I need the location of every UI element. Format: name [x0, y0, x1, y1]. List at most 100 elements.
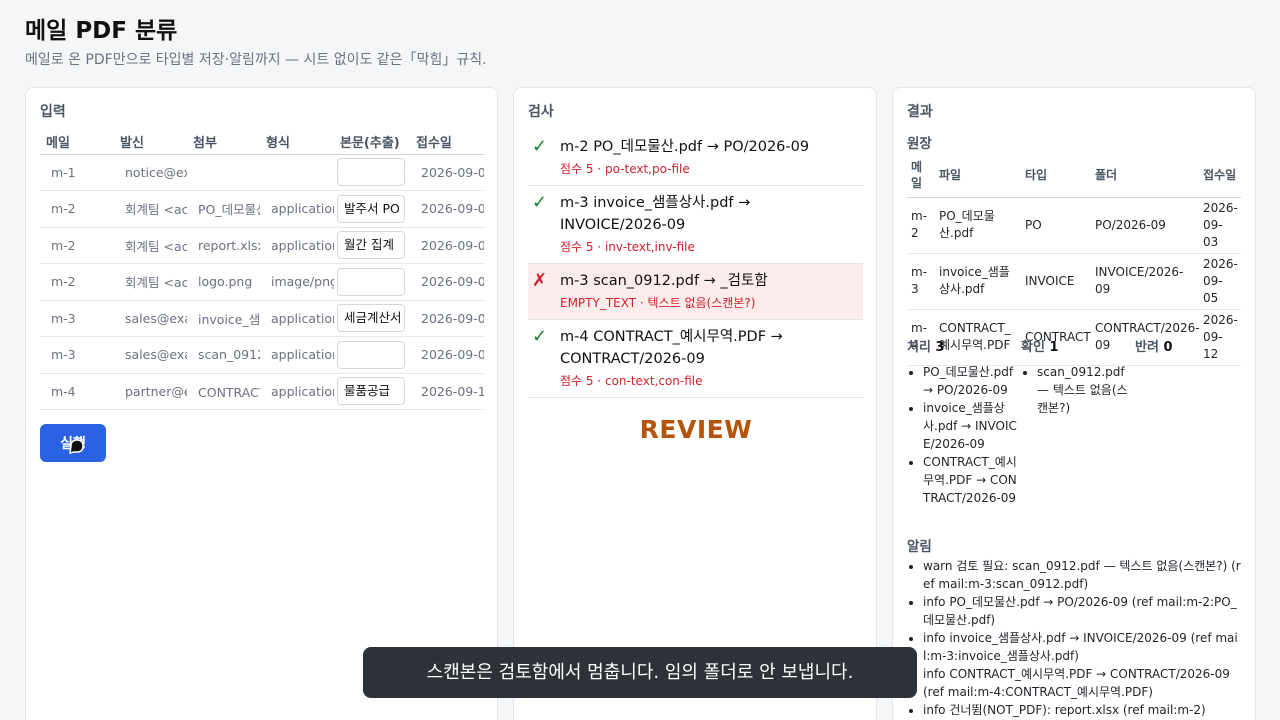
table-row: m-1notice@example.com 2026-09-01: [40, 154, 484, 191]
body-extract-field[interactable]: 세금계산서: [337, 304, 405, 333]
confirm-list: scan_0912.pdf — 텍스트 없음(스캔본?): [1021, 363, 1133, 417]
body-extract-field[interactable]: [337, 267, 405, 296]
ledger-col-folder: 폴더: [1091, 153, 1199, 198]
inspect-item-title: m-3 scan_0912.pdf → _검토함: [560, 273, 768, 289]
inspect-item: ✓ m-2 PO_데모물산.pdf → PO/2026-09 점수 5 · po-t…: [528, 130, 863, 186]
body-extract-field[interactable]: [337, 340, 405, 369]
cell-attach: CONTRACT_예시무역.PDF: [187, 373, 260, 410]
ledger-cell-folder: INVOICE/2026-09: [1091, 253, 1199, 310]
cell-body: [334, 263, 410, 301]
cell-type: [260, 154, 334, 191]
alert-item: info invoice_샘플상사.pdf → INVOICE/2026-09 …: [923, 629, 1243, 665]
alerts-list: warn 검토 필요: scan_0912.pdf — 텍스트 없음(스캔본?)…: [907, 557, 1243, 719]
cell-from: 회계팀 <acct@example.com>: [114, 263, 187, 301]
cell-mail: m-3: [40, 336, 114, 374]
processed-label: 처리: [907, 340, 931, 355]
cell-body: 발주서 PO: [334, 190, 410, 228]
col-date: 접수일: [410, 130, 484, 155]
cell-body: 물품공급: [334, 373, 410, 410]
cell-type: application/pdf: [260, 373, 334, 410]
ledger-cell-date: 2026-09-05: [1199, 253, 1241, 310]
cell-attach: PO_데모물산.pdf: [187, 190, 260, 228]
cell-date: 2026-09-05: [410, 300, 484, 337]
cell-attach: report.xlsx: [187, 227, 260, 264]
cell-date: 2026-09-01: [410, 154, 484, 191]
cell-mail: m-4: [40, 373, 114, 410]
list-item: CONTRACT_예시무역.PDF → CONTRACT/2026-09: [923, 453, 1019, 507]
list-item: PO_데모물산.pdf → PO/2026-09: [923, 363, 1019, 399]
cell-body: [334, 154, 410, 191]
cell-date: 2026-09-03: [410, 227, 484, 264]
ledger-cell-file: invoice_샘플상사.pdf: [935, 253, 1021, 310]
input-panel-title: 입력: [40, 104, 66, 120]
inspect-panel: 검사 ✓ m-2 PO_데모물산.pdf → PO/2026-09 점수 5 · p…: [513, 87, 877, 720]
body-extract-field[interactable]: 물품공급: [337, 377, 405, 406]
ledger-cell-file: PO_데모물산.pdf: [935, 197, 1021, 254]
input-panel: 입력 메일 발신 첨부 형식 본문(추출) 접수일 m-1notice@exam…: [25, 87, 498, 720]
cell-date: 2026-09-12: [410, 373, 484, 410]
alert-item: warn 검토 필요: scan_0912.pdf — 텍스트 없음(스캔본?)…: [923, 557, 1243, 593]
rejected-column: 반려 0: [1135, 339, 1247, 363]
table-row: m-2회계팀 <acct@example.com>report.xlsxappl…: [40, 227, 484, 264]
table-row: m-3sales@example.cominvoice_샘플상사.pdfappl…: [40, 300, 484, 337]
ledger-col-file: 파일: [935, 153, 1021, 198]
page-title: 메일 PDF 분류: [25, 18, 178, 44]
list-item: scan_0912.pdf — 텍스트 없음(스캔본?): [1037, 363, 1133, 417]
ledger-row: m-2 PO_데모물산.pdf PO PO/2026-09 2026-09-03: [907, 197, 1241, 254]
ledger-table: 메일 파일 타입 폴더 접수일 m-2 PO_데모물산.pdf PO PO/2026-…: [907, 153, 1241, 366]
table-row: m-3sales@example.comscan_0912.pdfapplica…: [40, 336, 484, 374]
cell-attach: invoice_샘플상사.pdf: [187, 300, 260, 337]
inspect-item-title: m-3 invoice_샘플상사.pdf → INVOICE/2026-09: [560, 195, 751, 233]
result-panel-title: 결과: [907, 104, 933, 120]
body-extract-field[interactable]: 월간 집계: [337, 231, 405, 260]
table-row: m-4partner@example.comCONTRACT_예시무역.PDFa…: [40, 373, 484, 410]
inspect-item-detail: 점수 5 · inv-text,inv-file: [560, 240, 695, 254]
ledger-row: m-3 invoice_샘플상사.pdf INVOICE INVOICE/2026-0…: [907, 253, 1241, 310]
ledger-col-date: 접수일: [1199, 153, 1241, 198]
cell-attach: [187, 154, 260, 191]
cell-type: application/vnd: [260, 227, 334, 264]
cell-mail: m-2: [40, 227, 114, 264]
cell-body: [334, 336, 410, 374]
check-icon: ✓: [532, 192, 548, 213]
ledger-cell-type: PO: [1021, 197, 1091, 254]
cell-date: 2026-09-03: [410, 190, 484, 228]
cell-attach: logo.png: [187, 263, 260, 301]
alert-item: info 건너뜀(NOT_PDF): report.xlsx (ref mail…: [923, 701, 1243, 719]
col-from: 발신: [114, 130, 187, 155]
body-extract-field[interactable]: 발주서 PO: [337, 194, 405, 223]
cell-from: sales@example.com: [114, 300, 187, 337]
cell-from: 회계팀 <acct@example.com>: [114, 227, 187, 264]
table-row: m-2회계팀 <acct@example.com>PO_데모물산.pdfappl…: [40, 190, 484, 228]
ledger-cell-type: INVOICE: [1021, 253, 1091, 310]
cell-mail: m-2: [40, 263, 114, 301]
col-body: 본문(추출): [334, 130, 410, 155]
col-mail: 메일: [40, 130, 114, 155]
list-item: invoice_샘플상사.pdf → INVOICE/2026-09: [923, 399, 1019, 453]
body-extract-field[interactable]: [337, 158, 405, 187]
ledger-cell-mail: m-2: [907, 197, 935, 254]
ledger-cell-date: 2026-09-03: [1199, 197, 1241, 254]
rejected-count: 0: [1163, 340, 1173, 355]
cell-type: image/png: [260, 263, 334, 301]
ledger-cell-mail: m-3: [907, 253, 935, 310]
confirm-column: 확인 1 scan_0912.pdf — 텍스트 없음(스캔본?): [1021, 339, 1133, 417]
cell-from: notice@example.com: [114, 154, 187, 191]
alert-item: info CONTRACT_예시무역.PDF → CONTRACT/2026-0…: [923, 665, 1243, 701]
inspect-panel-title: 검사: [528, 104, 554, 120]
confirm-label: 확인: [1021, 340, 1045, 355]
ledger-col-mail: 메일: [907, 153, 935, 198]
col-attach: 첨부: [187, 130, 260, 155]
rejected-label: 반려: [1135, 340, 1159, 355]
check-icon: ✓: [532, 326, 548, 347]
input-table: 메일 발신 첨부 형식 본문(추출) 접수일 m-1notice@example…: [40, 130, 484, 410]
processed-list: PO_데모물산.pdf → PO/2026-09invoice_샘플상사.pdf…: [907, 363, 1019, 507]
check-icon: ✓: [532, 136, 548, 157]
cell-mail: m-2: [40, 190, 114, 228]
ledger-col-type: 타입: [1021, 153, 1091, 198]
cell-body: 세금계산서: [334, 300, 410, 337]
inspect-item: ✗ m-3 scan_0912.pdf → _검토함 EMPTY_TEXT · 텍스…: [528, 264, 863, 320]
page-subtitle: 메일로 온 PDF만으로 타입별 저장·알림까지 — 시트 없이도 같은「막힘」…: [25, 52, 487, 68]
input-table-header: 메일 발신 첨부 형식 본문(추출) 접수일: [40, 130, 484, 155]
ledger-cell-folder: PO/2026-09: [1091, 197, 1199, 254]
